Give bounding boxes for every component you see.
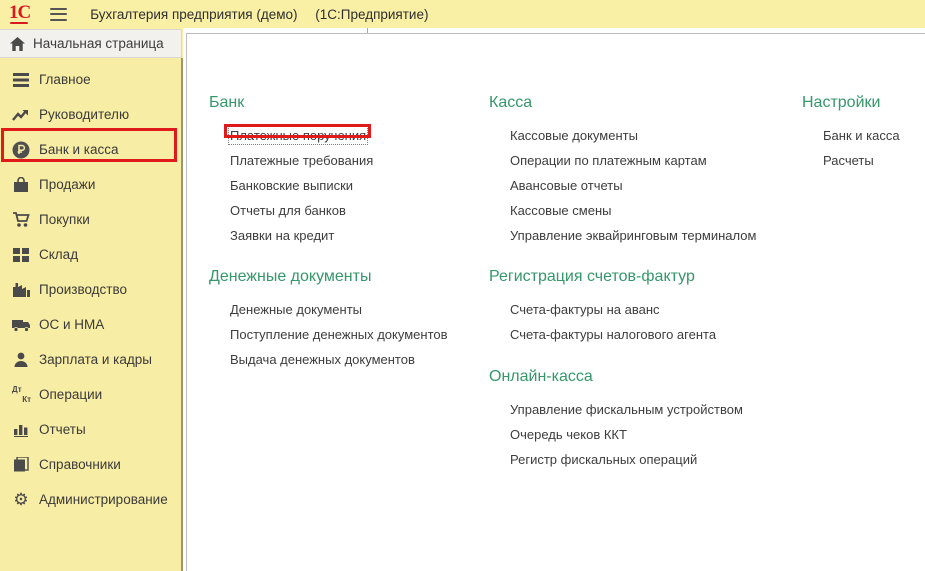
title-bar: 1С Бухгалтерия предприятия (демо) (1С:Пр… xyxy=(0,0,925,28)
gear-icon: ⚙ xyxy=(11,490,31,510)
link-bankovskie-vypiski[interactable]: Банковские выписки xyxy=(230,178,353,193)
link-registr-fiskalnykh-operatsiy[interactable]: Регистр фискальных операций xyxy=(510,452,697,467)
section-bank: Банк Платежные поручения Платежные требо… xyxy=(209,94,489,248)
link-scheta-faktury-na-avans[interactable]: Счета-фактуры на аванс xyxy=(510,302,660,317)
sidebar-item-spravochniki[interactable]: Справочники xyxy=(0,447,181,482)
section-title-denezhnye-dokumenty: Денежные документы xyxy=(209,268,489,286)
app-title: Бухгалтерия предприятия (демо) xyxy=(90,7,297,22)
link-zayavki-na-kredit[interactable]: Заявки на кредит xyxy=(230,228,334,243)
main-menu-icon[interactable] xyxy=(50,8,67,21)
sidebar-item-otchety[interactable]: Отчеты xyxy=(0,412,181,447)
tab-label: Начальная страница xyxy=(33,36,164,51)
sidebar-item-glavnoe[interactable]: Главное xyxy=(0,62,181,97)
sidebar-item-prodazhi[interactable]: Продажи xyxy=(0,167,181,202)
section-title-registratsiya: Регистрация счетов-фактур xyxy=(489,268,769,286)
menu-lines-icon xyxy=(11,70,31,90)
link-bank-i-kassa-nastroyki[interactable]: Банк и касса xyxy=(823,128,900,143)
sidebar-item-zarplata-i-kadry[interactable]: Зарплата и кадры xyxy=(0,342,181,377)
section-registratsiya-schetov-faktur: Регистрация счетов-фактур Счета-фактуры … xyxy=(489,268,769,347)
sidebar-item-rukovoditelyu[interactable]: Руководителю xyxy=(0,97,181,132)
trend-arrow-icon xyxy=(11,105,31,125)
dt-kt-icon: ДтКт xyxy=(11,385,31,405)
link-upravlenie-ekvayringovym-terminalom[interactable]: Управление эквайринговым терминалом xyxy=(510,228,756,243)
section-nastroyki: Настройки Банк и касса Расчеты xyxy=(802,94,922,173)
link-avansovye-otchety[interactable]: Авансовые отчеты xyxy=(510,178,623,193)
link-ochered-chekov-kkt[interactable]: Очередь чеков ККТ xyxy=(510,427,627,442)
link-scheta-faktury-nalogovogo-agenta[interactable]: Счета-фактуры налогового агента xyxy=(510,327,716,342)
shopping-bag-icon xyxy=(11,175,31,195)
grid-icon xyxy=(11,245,31,265)
sidebar-item-sklad[interactable]: Склад xyxy=(0,237,181,272)
onec-logo: 1С xyxy=(9,3,30,25)
link-kassovye-dokumenty[interactable]: Кассовые документы xyxy=(510,128,638,143)
home-icon xyxy=(10,37,25,51)
window-title: Бухгалтерия предприятия (демо) (1С:Предп… xyxy=(90,7,428,22)
link-raschety[interactable]: Расчеты xyxy=(823,153,874,168)
link-kassovye-smeny[interactable]: Кассовые смены xyxy=(510,203,611,218)
link-platezhnye-trebovaniya[interactable]: Платежные требования xyxy=(230,153,373,168)
link-vydacha-denezhnykh-dokumentov[interactable]: Выдача денежных документов xyxy=(230,352,415,367)
tab-home-page[interactable]: Начальная страница xyxy=(0,29,182,58)
person-icon xyxy=(11,350,31,370)
link-platezhnye-porucheniya[interactable]: Платежные поручения xyxy=(230,128,366,143)
section-title-kassa: Касса xyxy=(489,94,769,112)
sidebar-item-os-i-nma[interactable]: ОС и НМА xyxy=(0,307,181,342)
section-title-onlayn-kassa: Онлайн-касса xyxy=(489,368,769,386)
tab-bar: Начальная страница xyxy=(0,28,183,58)
books-icon xyxy=(11,455,31,475)
sidebar-item-operatsii[interactable]: ДтКт Операции xyxy=(0,377,181,412)
link-otchety-dlya-bankov[interactable]: Отчеты для банков xyxy=(230,203,346,218)
link-postuplenie-denezhnykh-dokumentov[interactable]: Поступление денежных документов xyxy=(230,327,448,342)
section-title-nastroyki: Настройки xyxy=(802,94,922,112)
link-denezhnye-dokumenty[interactable]: Денежные документы xyxy=(230,302,362,317)
sidebar-item-bank-i-kassa[interactable]: Банк и касса xyxy=(0,132,181,167)
cart-icon xyxy=(11,210,31,230)
section-denezhnye-dokumenty: Денежные документы Денежные документы По… xyxy=(209,268,489,372)
section-onlayn-kassa: Онлайн-касса Управление фискальным устро… xyxy=(489,368,769,472)
section-title-bank: Банк xyxy=(209,94,489,112)
truck-icon xyxy=(11,315,31,335)
link-upravlenie-fiskalnym-ustroystvom[interactable]: Управление фискальным устройством xyxy=(510,402,743,417)
platform-title: (1С:Предприятие) xyxy=(315,7,428,22)
section-kassa: Касса Кассовые документы Операции по пла… xyxy=(489,94,769,248)
panel-top-divider xyxy=(367,28,368,33)
sidebar-item-proizvodstvo[interactable]: Производство xyxy=(0,272,181,307)
factory-icon xyxy=(11,280,31,300)
sidebar-item-administrirovanie[interactable]: ⚙ Администрирование xyxy=(0,482,181,517)
sidebar-item-pokupki[interactable]: Покупки xyxy=(0,202,181,237)
bar-chart-icon xyxy=(11,420,31,440)
sidebar: Главное Руководителю Банк и касса Продаж… xyxy=(0,58,183,571)
ruble-circle-icon xyxy=(11,140,31,160)
app-window: 1С Бухгалтерия предприятия (демо) (1С:Пр… xyxy=(0,0,925,571)
link-operatsii-po-platezhnym-kartam[interactable]: Операции по платежным картам xyxy=(510,153,707,168)
